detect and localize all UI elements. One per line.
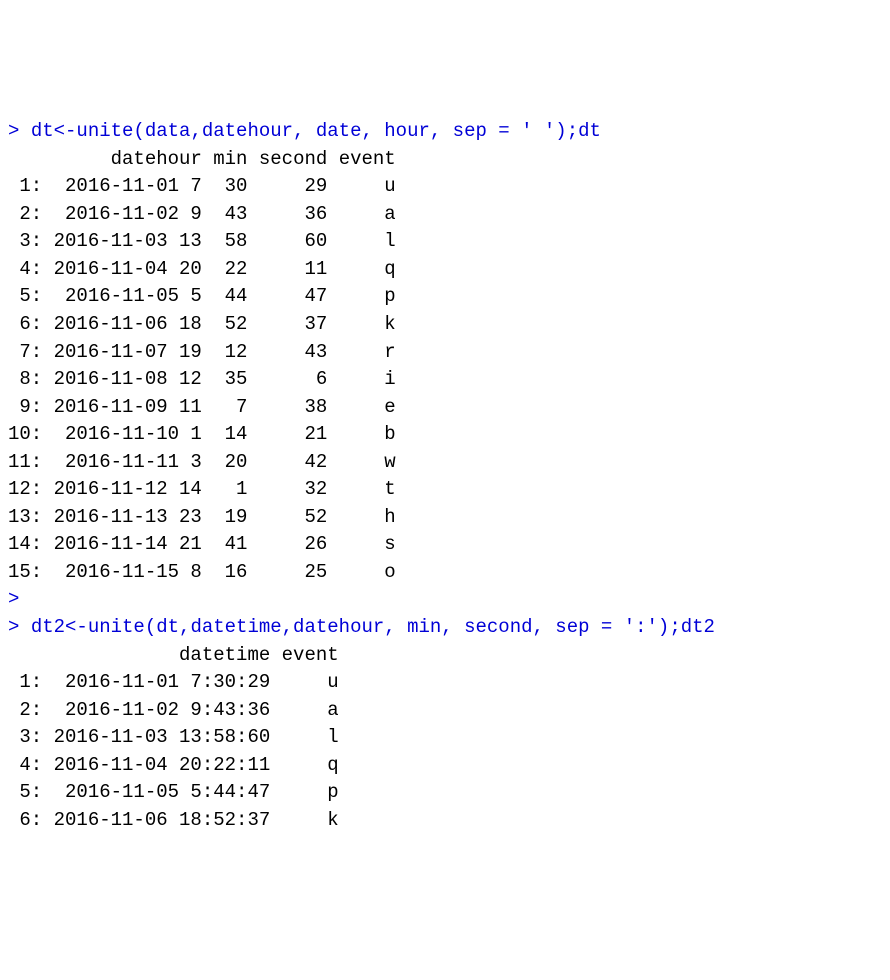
prompt-empty: >	[8, 588, 19, 610]
table1-header: datehour min second event	[8, 146, 882, 174]
table1-body: 1: 2016-11-01 7 30 29 u 2: 2016-11-02 9 …	[8, 173, 882, 586]
table2-header: datetime event	[8, 642, 882, 670]
prompt-2: >	[8, 616, 19, 638]
prompt-1: >	[8, 120, 19, 142]
console-output[interactable]: > dt<-unite(data,datehour, date, hour, s…	[8, 118, 882, 834]
command-2: dt2<-unite(dt,datetime,datehour, min, se…	[31, 616, 715, 638]
command-1: dt<-unite(data,datehour, date, hour, sep…	[31, 120, 601, 142]
table2-body: 1: 2016-11-01 7:30:29 u 2: 2016-11-02 9:…	[8, 669, 882, 834]
